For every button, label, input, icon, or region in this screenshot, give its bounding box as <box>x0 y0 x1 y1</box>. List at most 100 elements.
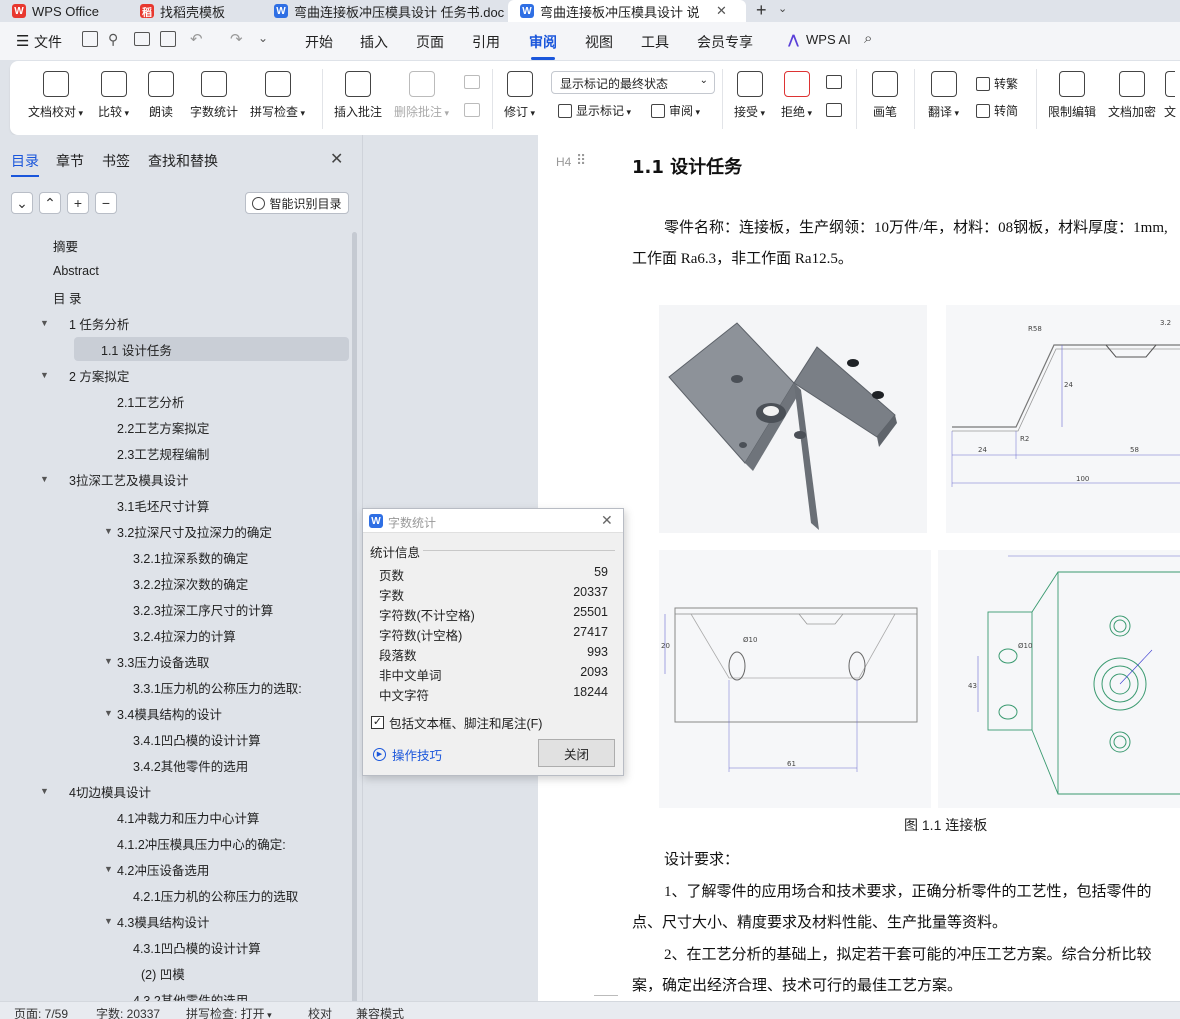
status-words[interactable]: 字数: 20337 <box>96 1005 160 1019</box>
toc-item[interactable]: 4.3.1凹凸模的设计计算 <box>0 935 350 959</box>
expand-caret-icon[interactable]: ▼ <box>104 864 113 874</box>
compare-button[interactable]: 比较 <box>98 71 129 120</box>
toc-item[interactable]: 3.4.1凹凸模的设计计算 <box>0 727 350 751</box>
status-spell-check[interactable]: 拼写检查: 打开 <box>186 1005 272 1019</box>
search-icon[interactable]: ⌕ <box>864 30 872 47</box>
new-tab-icon[interactable]: + <box>756 0 767 20</box>
reject-button[interactable]: 拒绝 <box>781 71 812 120</box>
include-textbox-checkbox[interactable]: ✓ 包括文本框、脚注和尾注(F) <box>371 713 542 732</box>
status-proofread[interactable]: 校对 <box>308 1005 332 1019</box>
toc-item[interactable]: 3.2.3拉深工序尺寸的计算 <box>0 597 350 621</box>
toc-item[interactable]: ▼ 2 方案拟定 <box>0 363 350 387</box>
menu-page[interactable]: 页面 <box>416 32 444 52</box>
restrict-edit-button[interactable]: 限制编辑 <box>1048 71 1096 120</box>
encrypt-button[interactable]: 文档加密 <box>1108 71 1156 120</box>
drag-handle-icon[interactable]: ⠿ <box>576 152 586 169</box>
expand-caret-icon[interactable]: ▼ <box>40 786 49 796</box>
next-comment-icon[interactable] <box>464 103 480 117</box>
toc-item[interactable]: ▼ 4.2冲压设备选用 <box>0 857 350 881</box>
pen-button[interactable]: 画笔 <box>872 71 898 120</box>
tab-doc-manual[interactable]: W 弯曲连接板冲压模具设计 说明 ✕ <box>508 0 746 22</box>
delete-comment-button[interactable]: 删除批注 <box>394 71 449 120</box>
toc-item[interactable]: 3.2.1拉深系数的确定 <box>0 545 350 569</box>
menu-review[interactable]: 审阅 <box>529 32 557 60</box>
tab-docer[interactable]: 稻 找稻壳模板 <box>128 0 260 22</box>
menu-membership[interactable]: 会员专享 <box>697 32 753 52</box>
tab-bookmarks[interactable]: 书签 <box>102 151 130 171</box>
collapse-all-button[interactable]: ⌄ <box>11 192 33 214</box>
toc-item[interactable]: Abstract <box>0 259 350 283</box>
tab-wps-office[interactable]: W WPS Office <box>0 0 122 22</box>
undo-icon[interactable]: ↶ <box>190 30 203 48</box>
save-icon[interactable] <box>82 31 98 47</box>
menu-tools[interactable]: 工具 <box>641 32 669 52</box>
print-icon[interactable] <box>134 32 150 46</box>
toc-item[interactable]: 目 录 <box>0 285 350 309</box>
toc-item[interactable]: 2.3工艺规程编制 <box>0 441 350 465</box>
expand-caret-icon[interactable]: ▼ <box>40 474 49 484</box>
menu-start[interactable]: 开始 <box>305 32 333 52</box>
toc-item[interactable]: 摘要 <box>0 233 350 257</box>
toc-item[interactable]: ▼ 3拉深工艺及模具设计 <box>0 467 350 491</box>
menu-file[interactable]: 文件 <box>34 32 62 52</box>
toc-item[interactable]: ▼ 1 任务分析 <box>0 311 350 335</box>
spell-check-button[interactable]: 拼写检查 <box>250 71 305 120</box>
accept-button[interactable]: 接受 <box>734 71 765 120</box>
prev-change-icon[interactable] <box>826 75 842 89</box>
expand-caret-icon[interactable]: ▼ <box>40 370 49 380</box>
smart-toc-button[interactable]: 智能识别目录 <box>245 192 349 214</box>
to-traditional-button[interactable]: 转繁 <box>976 75 1018 92</box>
more-button[interactable]: 文 <box>1164 71 1176 120</box>
tips-link[interactable]: ▶ 操作技巧 <box>373 745 442 764</box>
menu-references[interactable]: 引用 <box>472 32 500 52</box>
tab-list-icon[interactable]: ⌄ <box>778 2 787 15</box>
toc-item[interactable]: 4.1.2冲压模具压力中心的确定: <box>0 831 350 855</box>
document-page[interactable]: H4 ⠿ 1.1 设计任务 零件名称：连接板，生产纲领：10万件/年，材料：08… <box>538 135 1180 1001</box>
redo-icon[interactable]: ↷ <box>230 30 243 48</box>
menu-wps-ai[interactable]: WPS AI <box>806 32 851 47</box>
read-aloud-button[interactable]: 朗读 <box>148 71 174 120</box>
next-change-icon[interactable] <box>826 103 842 117</box>
toc-item[interactable]: 4.2.1压力机的公称压力的选取 <box>0 883 350 907</box>
expand-up-button[interactable]: ⌃ <box>39 192 61 214</box>
toc-item[interactable]: 3.4.2其他零件的选用 <box>0 753 350 777</box>
add-heading-button[interactable]: + <box>67 192 89 214</box>
to-simplified-button[interactable]: 转简 <box>976 102 1018 119</box>
toc-item[interactable]: 4.3.2其他零件的选用 <box>0 987 350 1002</box>
show-markup-button[interactable]: 显示标记 <box>558 102 631 119</box>
track-changes-button[interactable]: 修订 <box>504 71 535 120</box>
expand-caret-icon[interactable]: ▼ <box>104 526 113 536</box>
toc-item[interactable]: 2.2工艺方案拟定 <box>0 415 350 439</box>
dialog-titlebar[interactable]: W 字数统计 ✕ <box>363 509 623 533</box>
menu-view[interactable]: 视图 <box>585 32 613 52</box>
dialog-close-icon[interactable]: ✕ <box>601 512 613 529</box>
toc-item[interactable]: ▼ 4切边模具设计 <box>0 779 350 803</box>
expand-caret-icon[interactable]: ▼ <box>104 708 113 718</box>
toc-item[interactable]: ▼ 3.2拉深尺寸及拉深力的确定 <box>0 519 350 543</box>
remove-heading-button[interactable]: − <box>95 192 117 214</box>
close-button[interactable]: 关闭 <box>538 739 615 767</box>
toc-item[interactable]: 3.1毛坯尺寸计算 <box>0 493 350 517</box>
expand-caret-icon[interactable]: ▼ <box>104 656 113 666</box>
insert-comment-button[interactable]: 插入批注 <box>334 71 382 120</box>
menu-insert[interactable]: 插入 <box>360 32 388 52</box>
tab-doc-task[interactable]: W 弯曲连接板冲压模具设计 任务书.doc <box>262 0 504 22</box>
tab-sections[interactable]: 章节 <box>56 151 84 171</box>
review-pane-button[interactable]: 审阅 <box>651 102 700 119</box>
toc-item[interactable]: 3.2.4拉深力的计算 <box>0 623 350 647</box>
translate-button[interactable]: 翻译 <box>928 71 959 120</box>
toc-item[interactable]: 1.1 设计任务 <box>74 337 349 361</box>
expand-caret-icon[interactable]: ▼ <box>104 916 113 926</box>
prev-comment-icon[interactable] <box>464 75 480 89</box>
tab-find-replace[interactable]: 查找和替换 <box>148 151 218 171</box>
status-page[interactable]: 页面: 7/59 <box>14 1005 68 1019</box>
toc-item[interactable]: (2) 凹模 <box>0 961 350 985</box>
toc-item[interactable]: 3.3.1压力机的公称压力的选取: <box>0 675 350 699</box>
tab-close-icon[interactable]: ✕ <box>716 3 727 19</box>
hamburger-icon[interactable]: ☰ <box>16 32 29 50</box>
tab-toc[interactable]: 目录 <box>11 151 39 177</box>
close-panel-icon[interactable]: ✕ <box>330 149 343 169</box>
doc-check-button[interactable]: 文档校对 <box>28 71 83 120</box>
toc-item[interactable]: ▼ 4.3模具结构设计 <box>0 909 350 933</box>
toc-item[interactable]: ▼ 3.4模具结构的设计 <box>0 701 350 725</box>
